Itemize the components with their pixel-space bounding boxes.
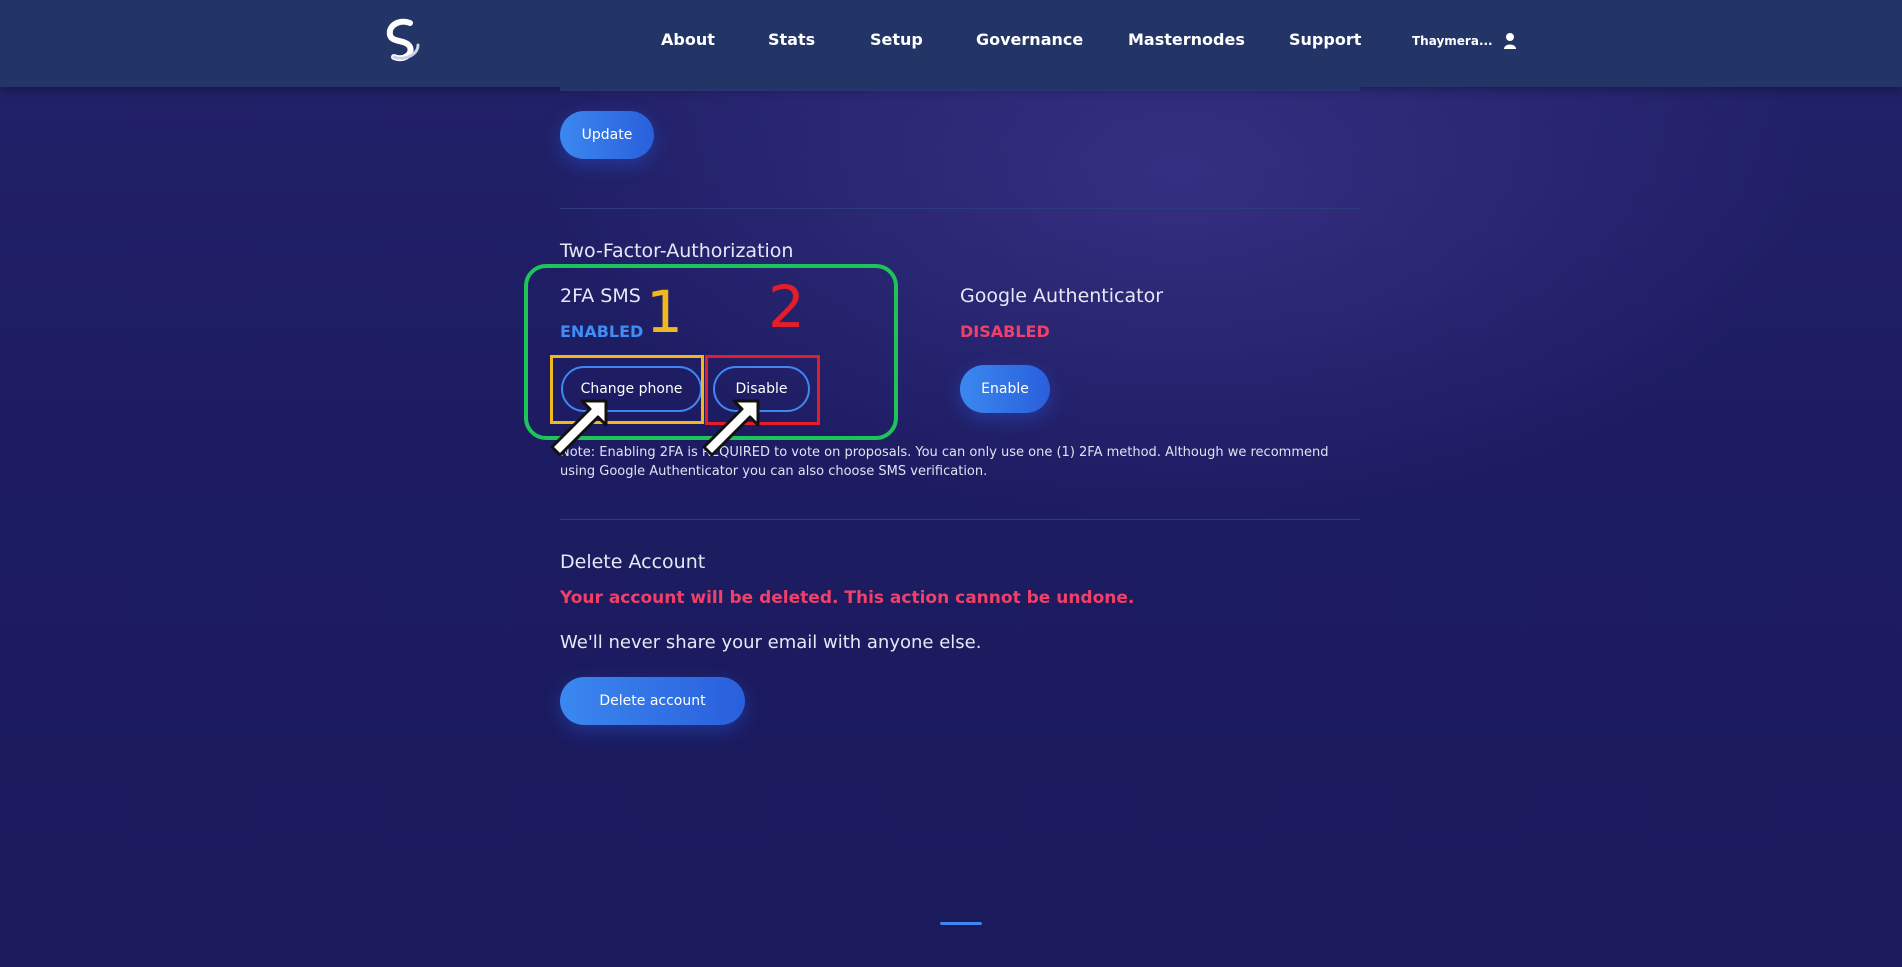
user-icon xyxy=(1503,33,1516,49)
delete-account-title: Delete Account xyxy=(560,551,706,573)
two-factor-note: Note: Enabling 2FA is REQUIRED to vote o… xyxy=(560,445,1329,479)
delete-account-button[interactable]: Delete account xyxy=(560,677,745,725)
nav-masternodes[interactable]: Masternodes xyxy=(1128,28,1245,52)
syscoin-logo-icon[interactable] xyxy=(380,17,426,63)
top-navbar: About Stats Setup Governance Masternodes… xyxy=(0,0,1902,87)
nav-setup[interactable]: Setup xyxy=(870,28,923,52)
annotation-arrow-icon xyxy=(550,399,608,457)
enable-google-button[interactable]: Enable xyxy=(960,365,1050,413)
annotation-number-1: 1 xyxy=(646,278,683,346)
nav-governance[interactable]: Governance xyxy=(976,28,1083,52)
nav-about[interactable]: About xyxy=(661,28,715,52)
privacy-text: We'll never share your email with anyone… xyxy=(560,632,982,653)
delete-warning-text: Your account will be deleted. This actio… xyxy=(560,588,1135,608)
user-menu[interactable]: Thaymera... xyxy=(1412,30,1517,52)
two-factor-title: Two-Factor-Authorization xyxy=(560,240,794,262)
nav-stats[interactable]: Stats xyxy=(768,28,815,52)
update-button[interactable]: Update xyxy=(560,111,654,159)
user-name: Thaymera... xyxy=(1412,34,1493,48)
google-authenticator-label: Google Authenticator xyxy=(960,285,1164,307)
nav-support[interactable]: Support xyxy=(1289,28,1361,52)
divider xyxy=(560,208,1360,209)
google-status-badge: DISABLED xyxy=(960,322,1050,341)
scroll-indicator xyxy=(940,922,982,925)
divider xyxy=(560,519,1360,520)
annotation-arrow-icon xyxy=(702,399,760,457)
annotation-number-2: 2 xyxy=(768,273,805,341)
